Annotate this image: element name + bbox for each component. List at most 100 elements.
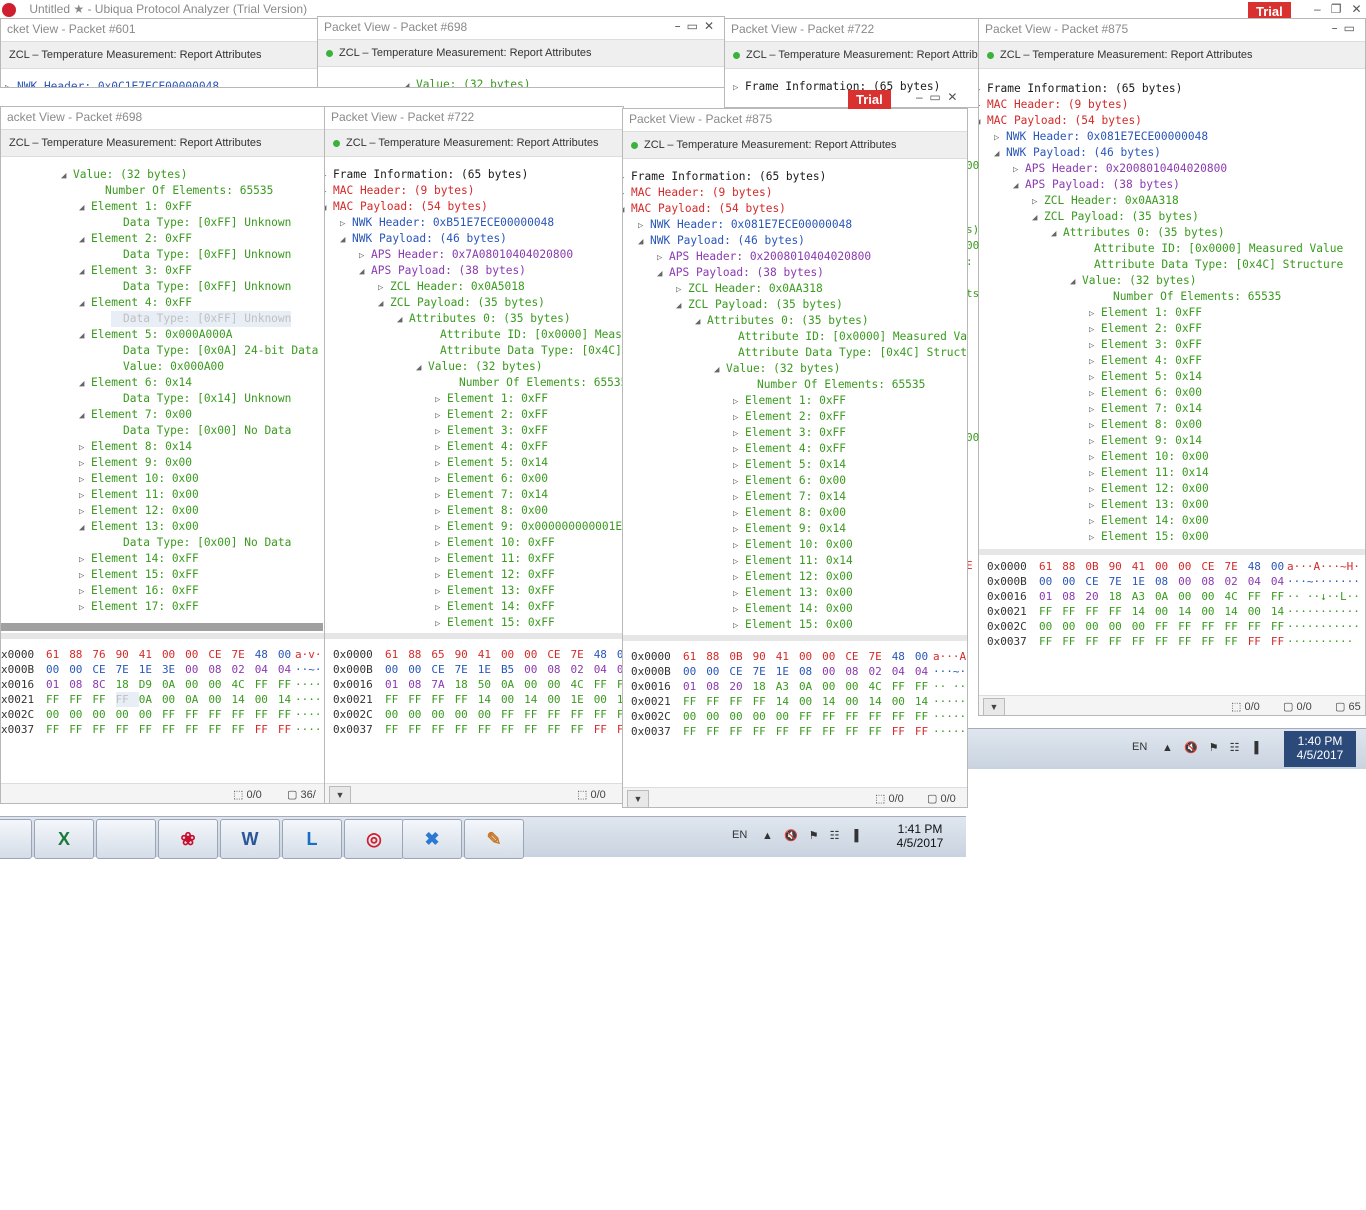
hex-byte[interactable]: 0A	[501, 677, 524, 692]
tree-node[interactable]: Data Type: [0xFF] Unknown	[111, 311, 292, 327]
expander-icon[interactable]: ◢	[79, 376, 91, 392]
hex-byte[interactable]: FF	[524, 722, 547, 737]
hex-byte[interactable]: FF	[1201, 619, 1224, 634]
hex-byte[interactable]: 90	[455, 647, 478, 662]
hex-byte[interactable]: 01	[385, 677, 408, 692]
expander-icon[interactable]: ◢	[676, 298, 688, 314]
acrobat-icon[interactable]: ❀	[158, 819, 218, 859]
hex-byte[interactable]: 00	[455, 707, 478, 722]
hex-byte[interactable]: 14	[869, 694, 892, 709]
hex-byte[interactable]: CE	[431, 662, 454, 677]
expander-icon[interactable]: ◢	[61, 168, 73, 184]
tree-node[interactable]: ◢MAC Payload: (54 bytes)	[325, 199, 488, 215]
tree-node[interactable]: ▷ Element 14: 0xFF	[435, 599, 555, 615]
tree-node[interactable]: ◢ ZCL Payload: (35 bytes)	[378, 295, 545, 311]
expander-icon[interactable]: ◢	[340, 232, 352, 248]
splitter[interactable]	[1, 633, 324, 639]
hex-byte[interactable]: 00	[208, 692, 231, 707]
hex-byte[interactable]: 18	[1109, 589, 1132, 604]
hex-byte[interactable]: FF	[753, 694, 776, 709]
hex-byte[interactable]: FF	[162, 707, 185, 722]
close-icon[interactable]: ✕	[704, 19, 720, 33]
restore-icon[interactable]: ❐	[1331, 2, 1342, 16]
tree-node[interactable]: ▷Frame Information: (65 bytes)	[623, 169, 826, 185]
expander-icon[interactable]: ▷	[79, 600, 91, 616]
hex-byte[interactable]: 18	[753, 679, 776, 694]
hex-byte[interactable]: 08	[799, 664, 822, 679]
word-icon[interactable]: W	[220, 819, 280, 859]
tree-node[interactable]: ▷ Element 13: 0x00	[1089, 497, 1209, 513]
hex-byte[interactable]: FF	[1248, 589, 1271, 604]
expander-icon[interactable]: ▷	[435, 488, 447, 504]
hex-byte[interactable]: 08	[408, 677, 431, 692]
chrome-icon[interactable]	[0, 819, 32, 859]
expander-icon[interactable]: ▷	[623, 186, 631, 202]
hex-byte[interactable]: 7A	[431, 677, 454, 692]
hex-byte[interactable]: FF	[408, 692, 431, 707]
hex-byte[interactable]: 00	[162, 692, 185, 707]
tree-node[interactable]: ▷ Element 14: 0xFF	[79, 551, 199, 567]
horizontal-scrollbar[interactable]	[1, 623, 323, 631]
hex-byte[interactable]: 00	[69, 707, 92, 722]
tree-node[interactable]: ◢ Attributes 0: (35 bytes)	[695, 313, 869, 329]
expander-icon[interactable]: ▷	[979, 82, 987, 98]
tree-node[interactable]: ▷ Element 15: 0xFF	[435, 615, 555, 631]
hex-byte[interactable]: FF	[501, 722, 524, 737]
expander-icon[interactable]: ◢	[378, 296, 390, 312]
tree-node[interactable]: ▷ Element 10: 0x00	[79, 471, 199, 487]
hex-byte[interactable]: 02	[869, 664, 892, 679]
hex-byte[interactable]: 65	[431, 647, 454, 662]
hex-byte[interactable]: 00	[547, 677, 570, 692]
hex-byte[interactable]: 00	[683, 664, 706, 679]
hex-byte[interactable]: 88	[69, 647, 92, 662]
hex-byte[interactable]: 00	[753, 709, 776, 724]
tree-node[interactable]: ◢ Element 3: 0xFF	[79, 263, 192, 279]
hex-byte[interactable]: 1E	[139, 662, 162, 677]
hex-byte[interactable]: 04	[892, 664, 915, 679]
expander-icon[interactable]: ▷	[435, 392, 447, 408]
tree-node[interactable]: ▷ NWK Header: 0x081E7ECE00000048	[994, 129, 1208, 145]
hex-byte[interactable]: 18	[455, 677, 478, 692]
tree-node[interactable]: ▷ Element 15: 0x00	[1089, 529, 1209, 545]
hex-byte[interactable]: 00	[1062, 574, 1085, 589]
hex-byte[interactable]: 1E	[478, 662, 501, 677]
hex-byte[interactable]: 1E	[571, 692, 594, 707]
hex-byte[interactable]: FF	[1109, 634, 1132, 649]
hex-byte[interactable]: FF	[431, 722, 454, 737]
expander-icon[interactable]: ▷	[1089, 466, 1101, 482]
hex-byte[interactable]: 41	[478, 647, 501, 662]
expander-icon[interactable]: ▷	[435, 440, 447, 456]
hex-byte[interactable]: 0A	[1155, 589, 1178, 604]
expander-icon[interactable]: ▷	[435, 552, 447, 568]
expander-icon[interactable]: ▷	[435, 568, 447, 584]
tree-node[interactable]: ▷ Element 7: 0x14	[435, 487, 548, 503]
tree-node[interactable]: ▷MAC Header: (9 bytes)	[325, 183, 474, 199]
hex-byte[interactable]: 61	[683, 649, 706, 664]
tree-node[interactable]: ▷ Element 11: 0x14	[1089, 465, 1209, 481]
hex-byte[interactable]: FF	[162, 722, 185, 737]
restore-icon[interactable]: ▭	[929, 90, 940, 104]
expander-icon[interactable]: ▷	[1089, 450, 1101, 466]
hex-byte[interactable]: FF	[845, 709, 868, 724]
expander-icon[interactable]: ◢	[1032, 210, 1044, 226]
hex-byte[interactable]: 00	[139, 707, 162, 722]
hex-byte[interactable]: 7E	[753, 664, 776, 679]
hex-byte[interactable]: 0A	[162, 677, 185, 692]
hex-byte[interactable]: FF	[1225, 619, 1248, 634]
hex-byte[interactable]: 00	[822, 649, 845, 664]
expander-icon[interactable]: ▷	[733, 458, 745, 474]
hex-byte[interactable]: FF	[776, 724, 799, 739]
expander-icon[interactable]: ▷	[79, 552, 91, 568]
hex-byte[interactable]: 00	[547, 692, 570, 707]
tree-node[interactable]: Number Of Elements: 65535	[1101, 289, 1281, 305]
packet-view-698-back[interactable]: Packet View - Packet #698 –▭✕ ZCL – Temp…	[317, 16, 725, 88]
hex-byte[interactable]: FF	[1109, 604, 1132, 619]
packet-view-698[interactable]: acket View - Packet #698 ZCL – Temperatu…	[0, 106, 325, 804]
hex-byte[interactable]: 00	[1039, 574, 1062, 589]
hex-byte[interactable]: CE	[92, 662, 115, 677]
hex-byte[interactable]: FF	[116, 722, 139, 737]
packet-view-601[interactable]: cket View - Packet #601 ZCL – Temperatur…	[0, 18, 318, 88]
hex-byte[interactable]: 1E	[1132, 574, 1155, 589]
tree-node[interactable]: ▷ APS Header: 0x2008010404020800	[1013, 161, 1227, 177]
hex-byte[interactable]: 02	[571, 662, 594, 677]
